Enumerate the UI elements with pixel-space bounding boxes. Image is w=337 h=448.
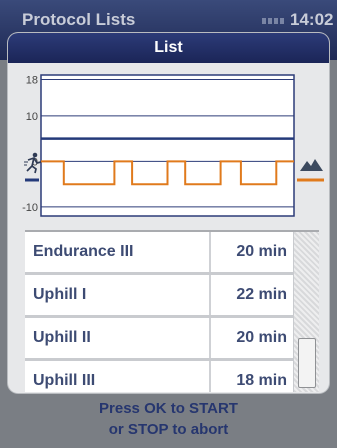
y-tick-label: -10 xyxy=(22,202,38,214)
list-dialog: List 18 10 0 -10 Endurance III 20 min Uphill … xyxy=(8,33,329,393)
column-divider xyxy=(209,232,211,272)
column-divider xyxy=(209,275,211,315)
protocol-list[interactable]: Endurance III 20 min Uphill I 22 min Uphill … xyxy=(25,230,319,392)
y-tick-label: 10 xyxy=(26,111,38,123)
chart-plot-area xyxy=(40,74,295,217)
list-item[interactable]: Uphill I 22 min xyxy=(25,275,293,318)
list-item-name: Uphill III xyxy=(33,372,96,389)
list-item-duration: 20 min xyxy=(236,329,287,346)
y-tick-label: 18 xyxy=(26,75,38,87)
list-item[interactable]: Endurance III 20 min xyxy=(25,232,293,275)
footer-hint-line1: Press OK to START xyxy=(99,400,238,417)
signal-icon xyxy=(262,18,286,24)
list-item-duration: 20 min xyxy=(236,243,287,260)
footer-hint: Press OK to START or STOP to abort xyxy=(0,398,337,440)
mountain-icon xyxy=(300,159,323,171)
clock: 14:02 xyxy=(290,10,334,29)
column-divider xyxy=(209,361,211,392)
list-item-duration: 18 min xyxy=(236,372,287,389)
list-scrollbar[interactable] xyxy=(293,232,319,392)
list-item[interactable]: Uphill II 20 min xyxy=(25,318,293,361)
list-item-duration: 22 min xyxy=(236,286,287,303)
list-item-name: Uphill II xyxy=(33,329,91,346)
dialog-title: List xyxy=(8,33,329,63)
column-divider xyxy=(209,318,211,358)
list-item-name: Endurance III xyxy=(33,243,134,260)
scrollbar-thumb[interactable] xyxy=(298,338,316,388)
footer-hint-line2: or STOP to abort xyxy=(108,421,229,438)
background-app-title: Protocol Lists xyxy=(22,10,136,29)
list-item[interactable]: Uphill III 18 min xyxy=(25,361,293,392)
list-item-name: Uphill I xyxy=(33,286,87,303)
profile-chart: 18100-10 xyxy=(22,74,324,217)
